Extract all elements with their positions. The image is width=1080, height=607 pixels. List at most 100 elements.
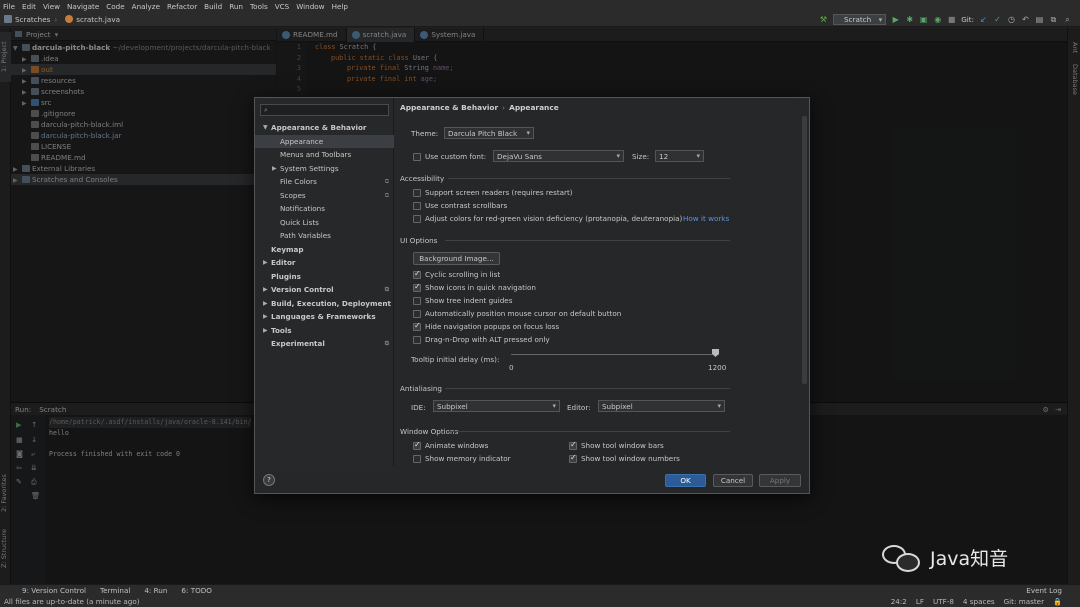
menu-code[interactable]: Code bbox=[106, 2, 124, 11]
print-icon[interactable]: ⎙ bbox=[31, 477, 37, 487]
color-deficiency-checkbox[interactable] bbox=[413, 215, 421, 223]
soft-wrap-icon[interactable]: ⤶ bbox=[31, 449, 35, 459]
menu-help[interactable]: Help bbox=[332, 2, 348, 11]
run-tab-scratch[interactable]: Scratch bbox=[39, 405, 66, 414]
rerun-icon[interactable]: ▶ bbox=[16, 420, 22, 429]
hide-icon[interactable]: ⇥ bbox=[1055, 405, 1061, 414]
line-separator[interactable]: LF bbox=[916, 597, 924, 606]
tree-indent-checkbox[interactable] bbox=[413, 297, 421, 305]
coverage-icon[interactable]: ▣ bbox=[919, 15, 928, 24]
run-tab[interactable]: 4: Run bbox=[144, 586, 167, 595]
run-config-select[interactable]: Scratch bbox=[832, 14, 887, 25]
nav-tools[interactable]: ▶ Tools bbox=[255, 324, 394, 337]
nav-system-settings[interactable]: ▶ System Settings bbox=[255, 162, 394, 175]
screen-reader-checkbox[interactable] bbox=[413, 189, 421, 197]
run-icon[interactable]: ▶ bbox=[891, 15, 900, 24]
vcs-revert-icon[interactable]: ↶ bbox=[1021, 15, 1030, 24]
how-it-works-link[interactable]: How it works bbox=[683, 214, 729, 223]
tab-scratch-java[interactable]: scratch.java bbox=[346, 28, 416, 42]
tree-item[interactable]: ▶ out bbox=[11, 64, 276, 75]
auto-mouse-checkbox[interactable] bbox=[413, 310, 421, 318]
menu-edit[interactable]: Edit bbox=[22, 2, 36, 11]
editor-aa-select[interactable]: Subpixel bbox=[598, 400, 725, 412]
breadcrumb-scratches[interactable]: Scratches › bbox=[4, 15, 61, 24]
ant-tool-tab[interactable]: Ant bbox=[1071, 42, 1079, 53]
tree-item[interactable]: ▶ External Libraries bbox=[11, 163, 276, 174]
tab-readme[interactable]: README.md bbox=[277, 28, 347, 42]
project-structure-icon[interactable]: ▤ bbox=[1035, 15, 1044, 24]
tree-root[interactable]: ▼ darcula-pitch-black ~/development/proje… bbox=[11, 42, 276, 53]
menu-tools[interactable]: Tools bbox=[250, 2, 268, 11]
run-console-output[interactable]: /home/patrick/.asdf/installs/java/oracle… bbox=[49, 417, 252, 459]
nav-file-colors[interactable]: File Colors ⧉ bbox=[255, 175, 394, 188]
tab-system-java[interactable]: System.java bbox=[415, 28, 485, 42]
nav-plugins[interactable]: Plugins bbox=[255, 270, 394, 283]
nav-appearance[interactable]: Appearance bbox=[255, 135, 394, 148]
tree-item[interactable]: .gitignore bbox=[11, 108, 276, 119]
event-log-tab[interactable]: Event Log bbox=[1026, 586, 1062, 595]
animate-windows-checkbox[interactable] bbox=[413, 440, 421, 450]
chevron-down-icon[interactable]: ▾ bbox=[55, 30, 59, 39]
memory-indicator-checkbox[interactable] bbox=[413, 455, 421, 463]
menu-build[interactable]: Build bbox=[204, 2, 222, 11]
background-image-button[interactable]: Background Image... bbox=[413, 252, 500, 265]
exit-icon[interactable]: ⇦ bbox=[16, 463, 22, 472]
menu-navigate[interactable]: Navigate bbox=[67, 2, 99, 11]
menu-refactor[interactable]: Refactor bbox=[167, 2, 197, 11]
font-size-select[interactable]: 12 bbox=[655, 150, 704, 162]
help-button[interactable]: ? bbox=[263, 474, 275, 486]
tree-item[interactable]: ▶ src bbox=[11, 97, 276, 108]
lock-icon[interactable]: 🔒 bbox=[1053, 597, 1062, 606]
tool-window-bars-checkbox[interactable] bbox=[569, 440, 577, 450]
caret-position[interactable]: 24:2 bbox=[891, 597, 907, 606]
tree-item[interactable]: ▶ screenshots bbox=[11, 86, 276, 97]
database-tool-tab[interactable]: Database bbox=[1071, 64, 1079, 95]
settings-search-input[interactable]: ⌕ bbox=[260, 104, 389, 116]
project-tool-tab[interactable]: 1: Project bbox=[0, 32, 11, 82]
ide-aa-select[interactable]: Subpixel bbox=[433, 400, 560, 412]
cyclic-scrolling-checkbox[interactable] bbox=[413, 269, 421, 279]
show-icons-checkbox[interactable] bbox=[413, 282, 421, 292]
scroll-down-icon[interactable]: ↓ bbox=[31, 435, 37, 444]
cancel-button[interactable]: Cancel bbox=[713, 474, 753, 487]
settings-scrollbar[interactable] bbox=[802, 116, 807, 384]
stop-icon[interactable]: ■ bbox=[16, 435, 23, 444]
tree-item[interactable]: darcula-pitch-black.jar bbox=[11, 130, 276, 141]
sdk-icon[interactable]: ⧉ bbox=[1049, 15, 1058, 24]
camera-icon[interactable]: ◙ bbox=[16, 449, 23, 458]
stop-icon[interactable]: ■ bbox=[947, 15, 956, 24]
nav-quick-lists[interactable]: Quick Lists bbox=[255, 216, 394, 229]
menu-file[interactable]: File bbox=[3, 2, 15, 11]
contrast-scrollbars-checkbox[interactable] bbox=[413, 202, 421, 210]
search-everywhere-icon[interactable]: ⌕ bbox=[1063, 15, 1072, 24]
menu-window[interactable]: Window bbox=[296, 2, 324, 11]
nav-notifications[interactable]: Notifications bbox=[255, 202, 394, 215]
trash-icon[interactable]: 🗑 bbox=[31, 491, 40, 500]
nav-editor[interactable]: ▶ Editor bbox=[255, 256, 394, 269]
nav-languages-frameworks[interactable]: ▶ Languages & Frameworks bbox=[255, 310, 394, 323]
version-control-tab[interactable]: 9: Version Control bbox=[22, 586, 86, 595]
nav-experimental[interactable]: Experimental ⧉ bbox=[255, 337, 394, 350]
hammer-icon[interactable]: ⚒ bbox=[819, 15, 828, 24]
gear-icon[interactable]: ⚙ bbox=[1043, 405, 1049, 414]
nav-version-control[interactable]: ▶ Version Control ⧉ bbox=[255, 283, 394, 296]
custom-font-checkbox[interactable] bbox=[413, 153, 421, 161]
tree-item[interactable]: LICENSE bbox=[11, 141, 276, 152]
terminal-tab[interactable]: Terminal bbox=[100, 586, 130, 595]
tree-item[interactable]: README.md bbox=[11, 152, 276, 163]
tree-item[interactable]: ▶ .idea bbox=[11, 53, 276, 64]
tree-item[interactable]: ▶ Scratches and Consoles bbox=[11, 174, 276, 185]
theme-select[interactable]: Darcula Pitch Black bbox=[444, 127, 534, 139]
hide-popups-checkbox[interactable] bbox=[413, 321, 421, 331]
file-encoding[interactable]: UTF-8 bbox=[933, 597, 954, 606]
nav-keymap[interactable]: Keymap bbox=[255, 243, 394, 256]
tool-window-numbers-checkbox[interactable] bbox=[569, 453, 577, 463]
nav-path-variables[interactable]: Path Variables bbox=[255, 229, 394, 242]
drag-alt-checkbox[interactable] bbox=[413, 336, 421, 344]
nav-menus-toolbars[interactable]: Menus and Toolbars bbox=[255, 148, 394, 161]
scroll-to-end-icon[interactable]: ⇊ bbox=[31, 463, 37, 472]
font-select[interactable]: DejaVu Sans bbox=[493, 150, 624, 162]
menu-analyze[interactable]: Analyze bbox=[132, 2, 160, 11]
structure-tool-tab[interactable]: Z: Structure bbox=[0, 526, 11, 572]
favorites-tool-tab[interactable]: 2: Favorites bbox=[0, 468, 11, 518]
